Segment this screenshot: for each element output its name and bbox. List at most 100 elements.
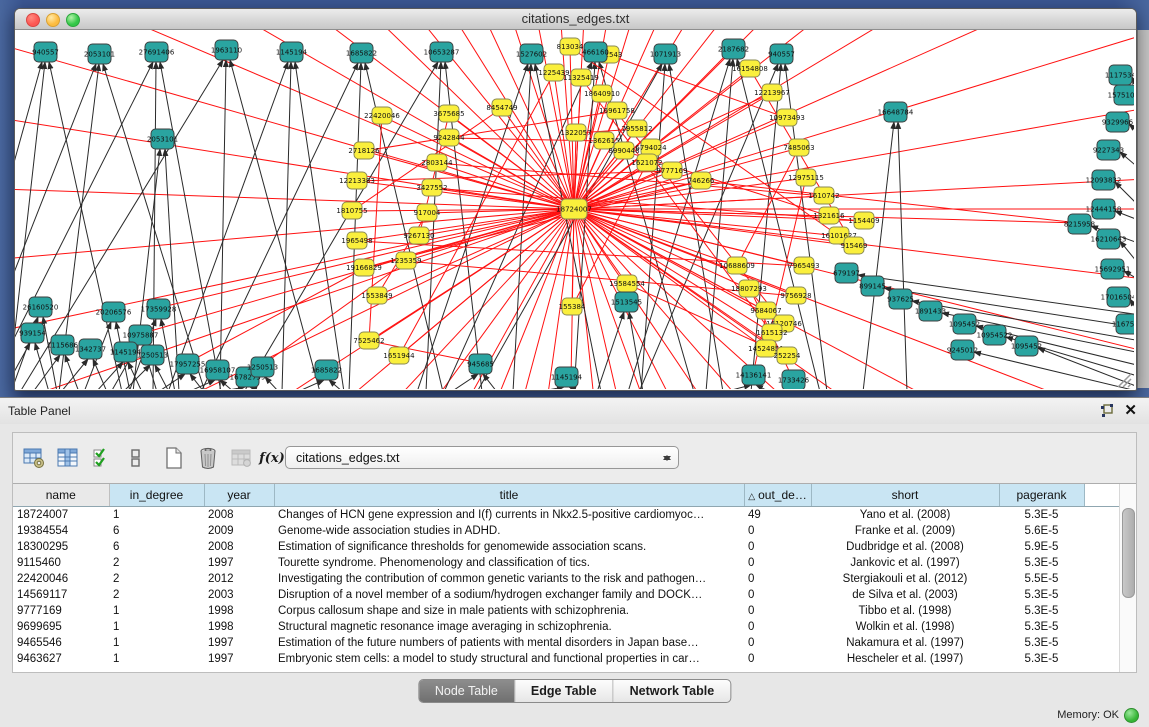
create-column-icon[interactable] xyxy=(161,445,187,471)
table-cell-spacer xyxy=(1084,619,1120,635)
table-scrollbar[interactable] xyxy=(1119,484,1136,672)
column-header-name[interactable]: name xyxy=(13,484,109,507)
table-cell: 0 xyxy=(744,571,811,587)
column-header-short[interactable]: short xyxy=(811,484,999,507)
table-row[interactable]: 946554611997Estimation of the future num… xyxy=(13,635,1120,651)
memory-ok-icon xyxy=(1124,708,1139,723)
graph-node-label: 12213383 xyxy=(339,177,375,185)
column-header-in_degree[interactable]: in_degree xyxy=(109,484,204,507)
graph-node-label: 16154808 xyxy=(732,65,768,73)
graph-node-label: 18640910 xyxy=(584,90,620,98)
graph-node-label: 11325419 xyxy=(563,74,599,82)
table-row[interactable]: 1456911722003Disruption of a novel membe… xyxy=(13,587,1120,603)
graph-node-label: 1322057 xyxy=(560,129,591,137)
column-header-out_de…[interactable]: △out_de… xyxy=(744,484,811,507)
column-header-title[interactable]: title xyxy=(274,484,744,507)
table-select-value: citations_edges.txt xyxy=(296,451,400,465)
table-cell: 0 xyxy=(744,619,811,635)
network-canvas[interactable]: 8454749367568592428442803144342755291700… xyxy=(15,30,1134,389)
column-header-pagerank[interactable]: pagerank xyxy=(999,484,1084,507)
mdi-desktop: citations_edges.txt 8454749367 xyxy=(0,0,1149,397)
graph-node-label: 1095452 xyxy=(1011,343,1042,351)
table-cell: 2008 xyxy=(204,507,274,524)
graph-node-label: 20206576 xyxy=(96,309,132,317)
column-visibility-icon[interactable] xyxy=(55,445,81,471)
table-select-dropdown[interactable]: citations_edges.txt xyxy=(285,446,679,469)
graph-node-label: 1891433 xyxy=(915,308,946,316)
graph-node-label: 252254 xyxy=(774,352,801,360)
table-cell-spacer xyxy=(1084,539,1120,555)
tab-network-table[interactable]: Network Table xyxy=(613,680,731,702)
table-cell: de Silva et al. (2003) xyxy=(811,587,999,603)
table-cell: 2009 xyxy=(204,523,274,539)
graph-node-label: 1553849 xyxy=(361,292,392,300)
table-cell: 0 xyxy=(744,523,811,539)
table-cell-spacer xyxy=(1084,571,1120,587)
network-window-titlebar[interactable]: citations_edges.txt xyxy=(15,9,1136,30)
table-cell: Corpus callosum shape and size in male p… xyxy=(274,603,744,619)
table-cell: 0 xyxy=(744,587,811,603)
import-table-icon[interactable] xyxy=(229,445,255,471)
graph-node-label: 26160520 xyxy=(23,304,59,312)
float-panel-icon[interactable] xyxy=(1099,403,1115,419)
graph-node-label: 9777169 xyxy=(656,167,687,175)
graph-node-label: 2718126 xyxy=(348,147,380,155)
column-header-year[interactable]: year xyxy=(204,484,274,507)
graph-node-label: 10688609 xyxy=(719,262,755,270)
table-row[interactable]: 1830029562008Estimation of significance … xyxy=(13,539,1120,555)
graph-node-label: 9242844 xyxy=(433,134,465,142)
table-cell: 18724007 xyxy=(13,507,109,524)
node-table-grid[interactable]: namein_degreeyeartitle△out_de…shortpager… xyxy=(13,484,1120,667)
table-cell: 9699695 xyxy=(13,619,109,635)
table-cell: 5.9E-5 xyxy=(999,539,1084,555)
table-panel-header: Table Panel ✕ xyxy=(0,398,1149,424)
table-cell: Dudbridge et al. (2008) xyxy=(811,539,999,555)
table-scrollbar-thumb[interactable] xyxy=(1122,508,1135,598)
table-cell: 0 xyxy=(744,603,811,619)
table-row[interactable]: 911546021997Tourette syndrome. Phenomeno… xyxy=(13,555,1120,571)
graph-node-label: 1621072 xyxy=(631,159,662,167)
table-cell: Changes of HCN gene expression and I(f) … xyxy=(274,507,744,524)
delete-column-icon[interactable] xyxy=(195,445,221,471)
table-row[interactable]: 977716911998Corpus callosum shape and si… xyxy=(13,603,1120,619)
graph-node-label: 9756928 xyxy=(780,292,811,300)
graph-node-label: 813034 xyxy=(557,43,584,51)
table-cell: Tourette syndrome. Phenomenology and cla… xyxy=(274,555,744,571)
table-cell: 2 xyxy=(109,555,204,571)
graph-node-label: 12975115 xyxy=(788,174,824,182)
table-row[interactable]: 946362711997Embryonic stem cells: a mode… xyxy=(13,651,1120,667)
table-cell-spacer xyxy=(1084,651,1120,667)
table-row[interactable]: 1872400712008Changes of HCN gene express… xyxy=(13,507,1120,524)
graph-node-label: 1250513 xyxy=(247,364,278,372)
table-cell: 5.3E-5 xyxy=(999,603,1084,619)
table-row[interactable]: 2242004622012Investigating the contribut… xyxy=(13,571,1120,587)
select-checks-icon[interactable] xyxy=(89,445,115,471)
table-cell: 2003 xyxy=(204,587,274,603)
graph-node-label: 917004 xyxy=(414,209,441,217)
table-cell: 5.3E-5 xyxy=(999,619,1084,635)
graph-node-label: 16961758 xyxy=(599,107,635,115)
tab-node-table[interactable]: Node Table xyxy=(419,680,514,702)
table-cell: 0 xyxy=(744,635,811,651)
graph-node-label: 940557 xyxy=(768,51,795,59)
table-row[interactable]: 969969511998Structural magnetic resonanc… xyxy=(13,619,1120,635)
graph-node-label: 10973493 xyxy=(769,114,805,122)
tab-edge-table[interactable]: Edge Table xyxy=(514,680,613,702)
table-row[interactable]: 1938455462009Genome-wide association stu… xyxy=(13,523,1120,539)
table-cell-spacer xyxy=(1084,603,1120,619)
table-tabs: Node TableEdge TableNetwork Table xyxy=(418,679,731,703)
canvas-resize-grip[interactable] xyxy=(1118,374,1131,387)
table-cell: 5.6E-5 xyxy=(999,523,1084,539)
table-cell: 22420046 xyxy=(13,571,109,587)
close-panel-icon[interactable]: ✕ xyxy=(1124,401,1137,419)
row-height-icon[interactable] xyxy=(123,445,149,471)
function-builder-icon[interactable]: f(x) xyxy=(259,445,285,471)
table-cell: 1 xyxy=(109,507,204,524)
table-cell: 6 xyxy=(109,539,204,555)
network-window[interactable]: citations_edges.txt 8454749367 xyxy=(14,8,1137,391)
table-cell: 2008 xyxy=(204,539,274,555)
citation-network-graph[interactable]: 8454749367568592428442803144342755291700… xyxy=(15,30,1134,389)
table-cell: Structural magnetic resonance image aver… xyxy=(274,619,744,635)
graph-node-label: 9267130 xyxy=(403,232,434,240)
table-mode-icon[interactable] xyxy=(21,445,47,471)
